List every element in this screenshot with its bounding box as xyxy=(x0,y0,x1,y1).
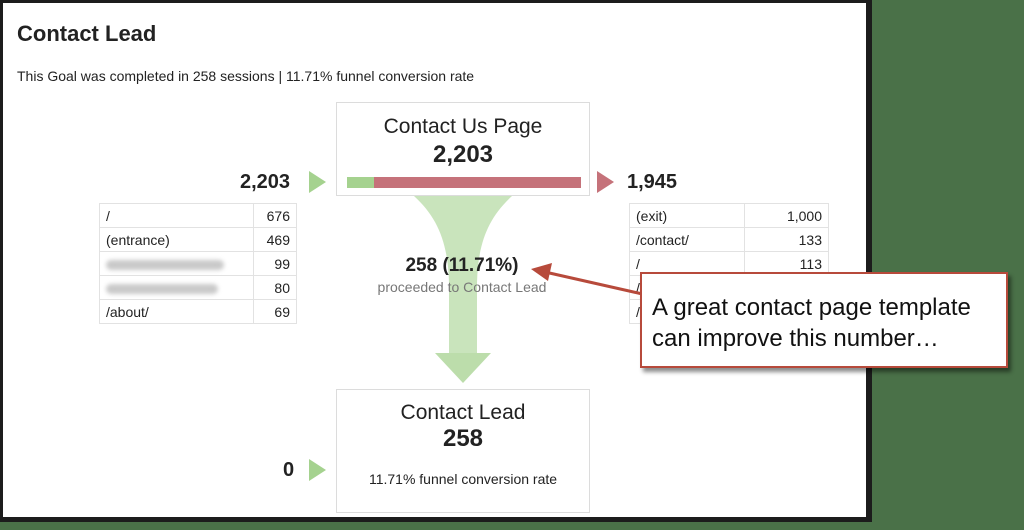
callout-line-2: can improve this number… xyxy=(652,325,939,352)
annotation-arrow xyxy=(531,263,661,300)
callout-line-1: A great contact page template xyxy=(652,294,971,321)
annotation-arrowhead-icon xyxy=(531,263,552,281)
annotation-callout: A great contact page template can improv… xyxy=(640,272,1008,368)
